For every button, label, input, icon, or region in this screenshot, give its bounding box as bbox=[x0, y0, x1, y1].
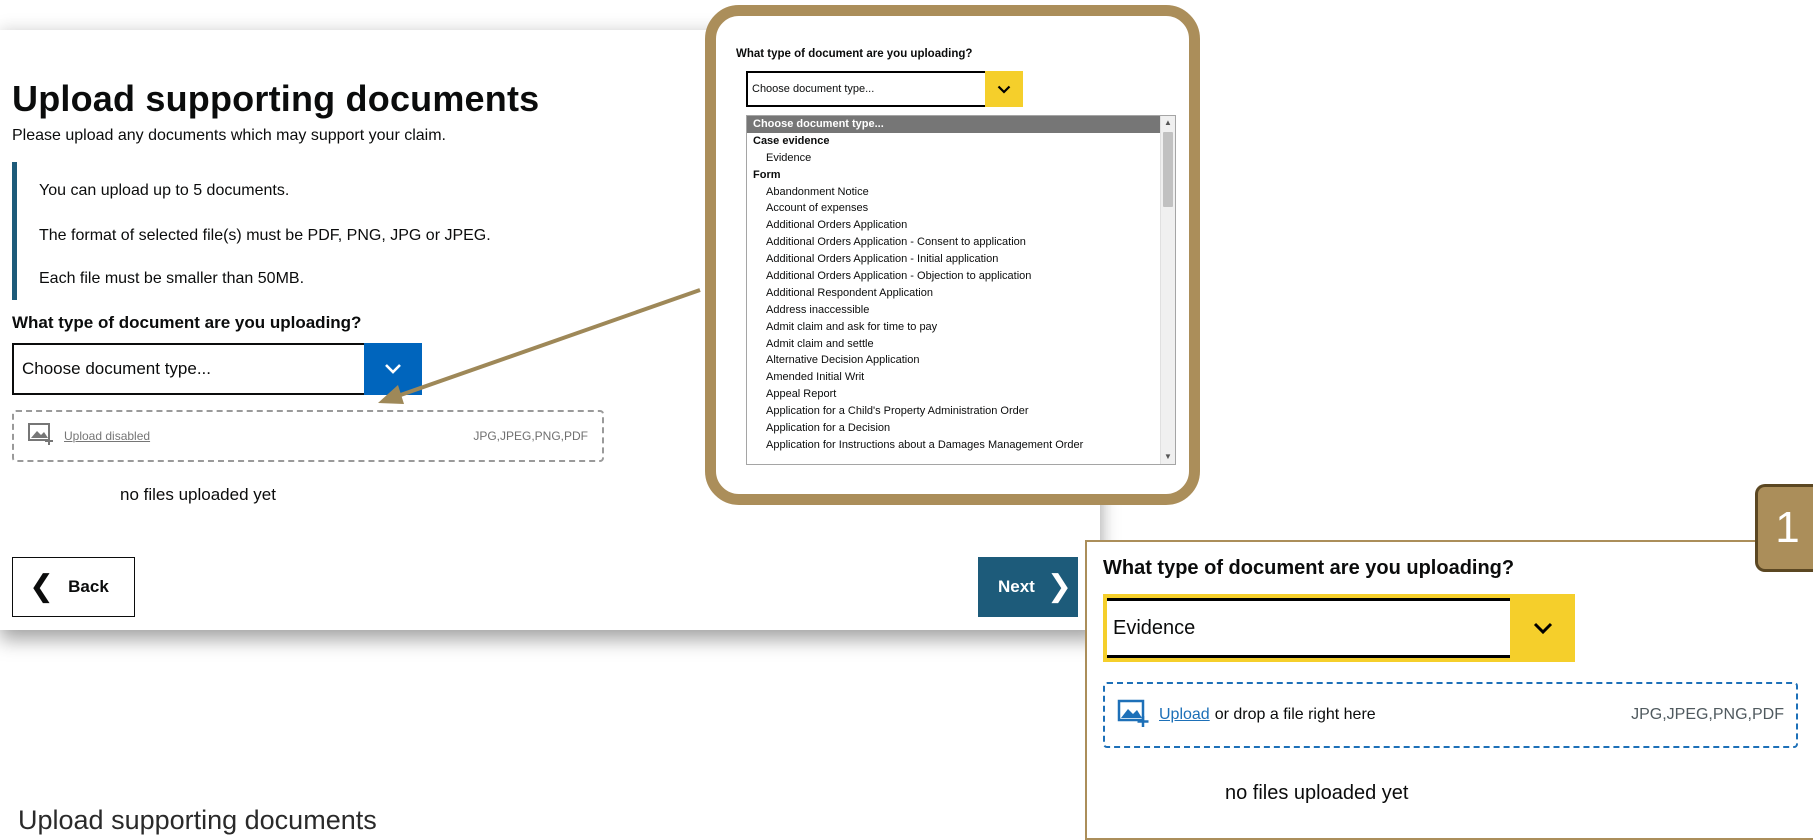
listbox-option[interactable]: Address inaccessible bbox=[747, 302, 1161, 319]
listbox-option[interactable]: Admit claim and ask for time to pay bbox=[747, 319, 1161, 336]
document-type-label: What type of document are you uploading? bbox=[12, 313, 362, 332]
document-type-listbox[interactable]: Choose document type... Case evidence Evid… bbox=[746, 115, 1176, 465]
listbox-option[interactable]: Additional Respondent Application bbox=[747, 285, 1161, 302]
no-files-text: no files uploaded yet bbox=[1225, 782, 1409, 804]
listbox-option[interactable]: Alternative Decision Application bbox=[747, 352, 1161, 369]
step-document-type-select[interactable]: Evidence bbox=[1103, 594, 1575, 662]
callout-document-type-label: What type of document are you uploading? bbox=[736, 48, 973, 60]
listbox-option[interactable]: Additional Orders Application - Initial … bbox=[747, 251, 1161, 268]
listbox-option[interactable]: Application for Instructions about a Dam… bbox=[747, 437, 1161, 454]
callout-document-type-select[interactable]: Choose document type... bbox=[746, 71, 1023, 107]
step-select-value: Evidence bbox=[1107, 598, 1510, 658]
upload-link[interactable]: Upload bbox=[1159, 706, 1210, 724]
listbox-option[interactable]: Additional Orders Application - Consent … bbox=[747, 234, 1161, 251]
chevron-left-icon: ❮ bbox=[29, 570, 55, 603]
drop-file-text: or drop a file right here bbox=[1214, 706, 1376, 723]
scroll-down-arrow-icon[interactable]: ▼ bbox=[1161, 450, 1175, 464]
page-intro: Please upload any documents which may su… bbox=[12, 127, 446, 144]
listbox-option[interactable]: Evidence bbox=[747, 150, 1161, 167]
info-inset: You can upload up to 5 documents. The fo… bbox=[12, 162, 577, 300]
listbox-scrollbar[interactable]: ▲ ▼ bbox=[1160, 116, 1175, 464]
no-files-text: no files uploaded yet bbox=[120, 485, 276, 504]
listbox-option[interactable]: Choose document type... bbox=[747, 116, 1161, 133]
page-title: Upload supporting documents bbox=[12, 78, 540, 119]
scrollbar-thumb[interactable] bbox=[1163, 132, 1173, 207]
listbox-option[interactable]: Account of expenses bbox=[747, 200, 1161, 217]
listbox-option[interactable]: Additional Orders Application bbox=[747, 217, 1161, 234]
info-size-text: Each file must be smaller than 50MB. bbox=[39, 270, 305, 287]
step-1-zoom-panel: What type of document are you uploading?… bbox=[1085, 540, 1813, 840]
next-button-label: Next bbox=[998, 577, 1035, 596]
upload-dropzone[interactable]: Upload or drop a file right here JPG,JPE… bbox=[1103, 682, 1798, 748]
chevron-right-icon: ❯ bbox=[1046, 570, 1072, 603]
listbox-optgroup-label: Case evidence bbox=[753, 134, 830, 147]
listbox-option[interactable]: Additional Orders Application - Objectio… bbox=[747, 268, 1161, 285]
callout-select-value: Choose document type... bbox=[748, 73, 985, 105]
next-button[interactable]: Next ❯ bbox=[978, 557, 1078, 617]
upload-disabled-link: Upload disabled bbox=[64, 429, 151, 443]
listbox-option[interactable]: Application for a Decision bbox=[747, 420, 1161, 437]
listbox-optgroup-label: Form bbox=[753, 168, 781, 181]
chevron-down-icon[interactable] bbox=[985, 71, 1023, 107]
document-type-select[interactable]: Choose document type... bbox=[12, 343, 422, 395]
step-document-type-label: What type of document are you uploading? bbox=[1103, 557, 1515, 579]
step-number-badge: 1 bbox=[1755, 484, 1813, 572]
listbox-option[interactable]: Admit claim and settle bbox=[747, 336, 1161, 353]
info-limit-text: You can upload up to 5 documents. bbox=[39, 182, 290, 199]
bottom-caption: Upload supporting documents bbox=[18, 805, 377, 835]
listbox-option[interactable]: Amended Initial Writ bbox=[747, 369, 1161, 386]
back-button[interactable]: ❮ Back bbox=[12, 557, 135, 617]
listbox-option[interactable]: Abandonment Notice bbox=[747, 184, 1161, 201]
upload-dropzone-disabled: Upload disabled JPG,JPEG,PNG,PDF bbox=[12, 410, 604, 462]
back-button-label: Back bbox=[68, 577, 109, 596]
image-upload-icon bbox=[1117, 698, 1149, 733]
image-upload-icon bbox=[28, 422, 54, 451]
dropdown-zoom-callout: What type of document are you uploading?… bbox=[705, 5, 1200, 505]
document-type-select-value: Choose document type... bbox=[14, 345, 364, 393]
chevron-down-icon[interactable] bbox=[1510, 594, 1575, 662]
chevron-down-icon[interactable] bbox=[364, 343, 422, 395]
listbox-option[interactable]: Appeal Report bbox=[747, 386, 1161, 403]
scroll-up-arrow-icon[interactable]: ▲ bbox=[1161, 116, 1175, 130]
accepted-formats: JPG,JPEG,PNG,PDF bbox=[1631, 706, 1784, 723]
info-format-text: The format of selected file(s) must be P… bbox=[39, 227, 491, 244]
accepted-formats: JPG,JPEG,PNG,PDF bbox=[473, 429, 588, 443]
listbox-option[interactable]: Application for a Child's Property Admin… bbox=[747, 403, 1161, 420]
